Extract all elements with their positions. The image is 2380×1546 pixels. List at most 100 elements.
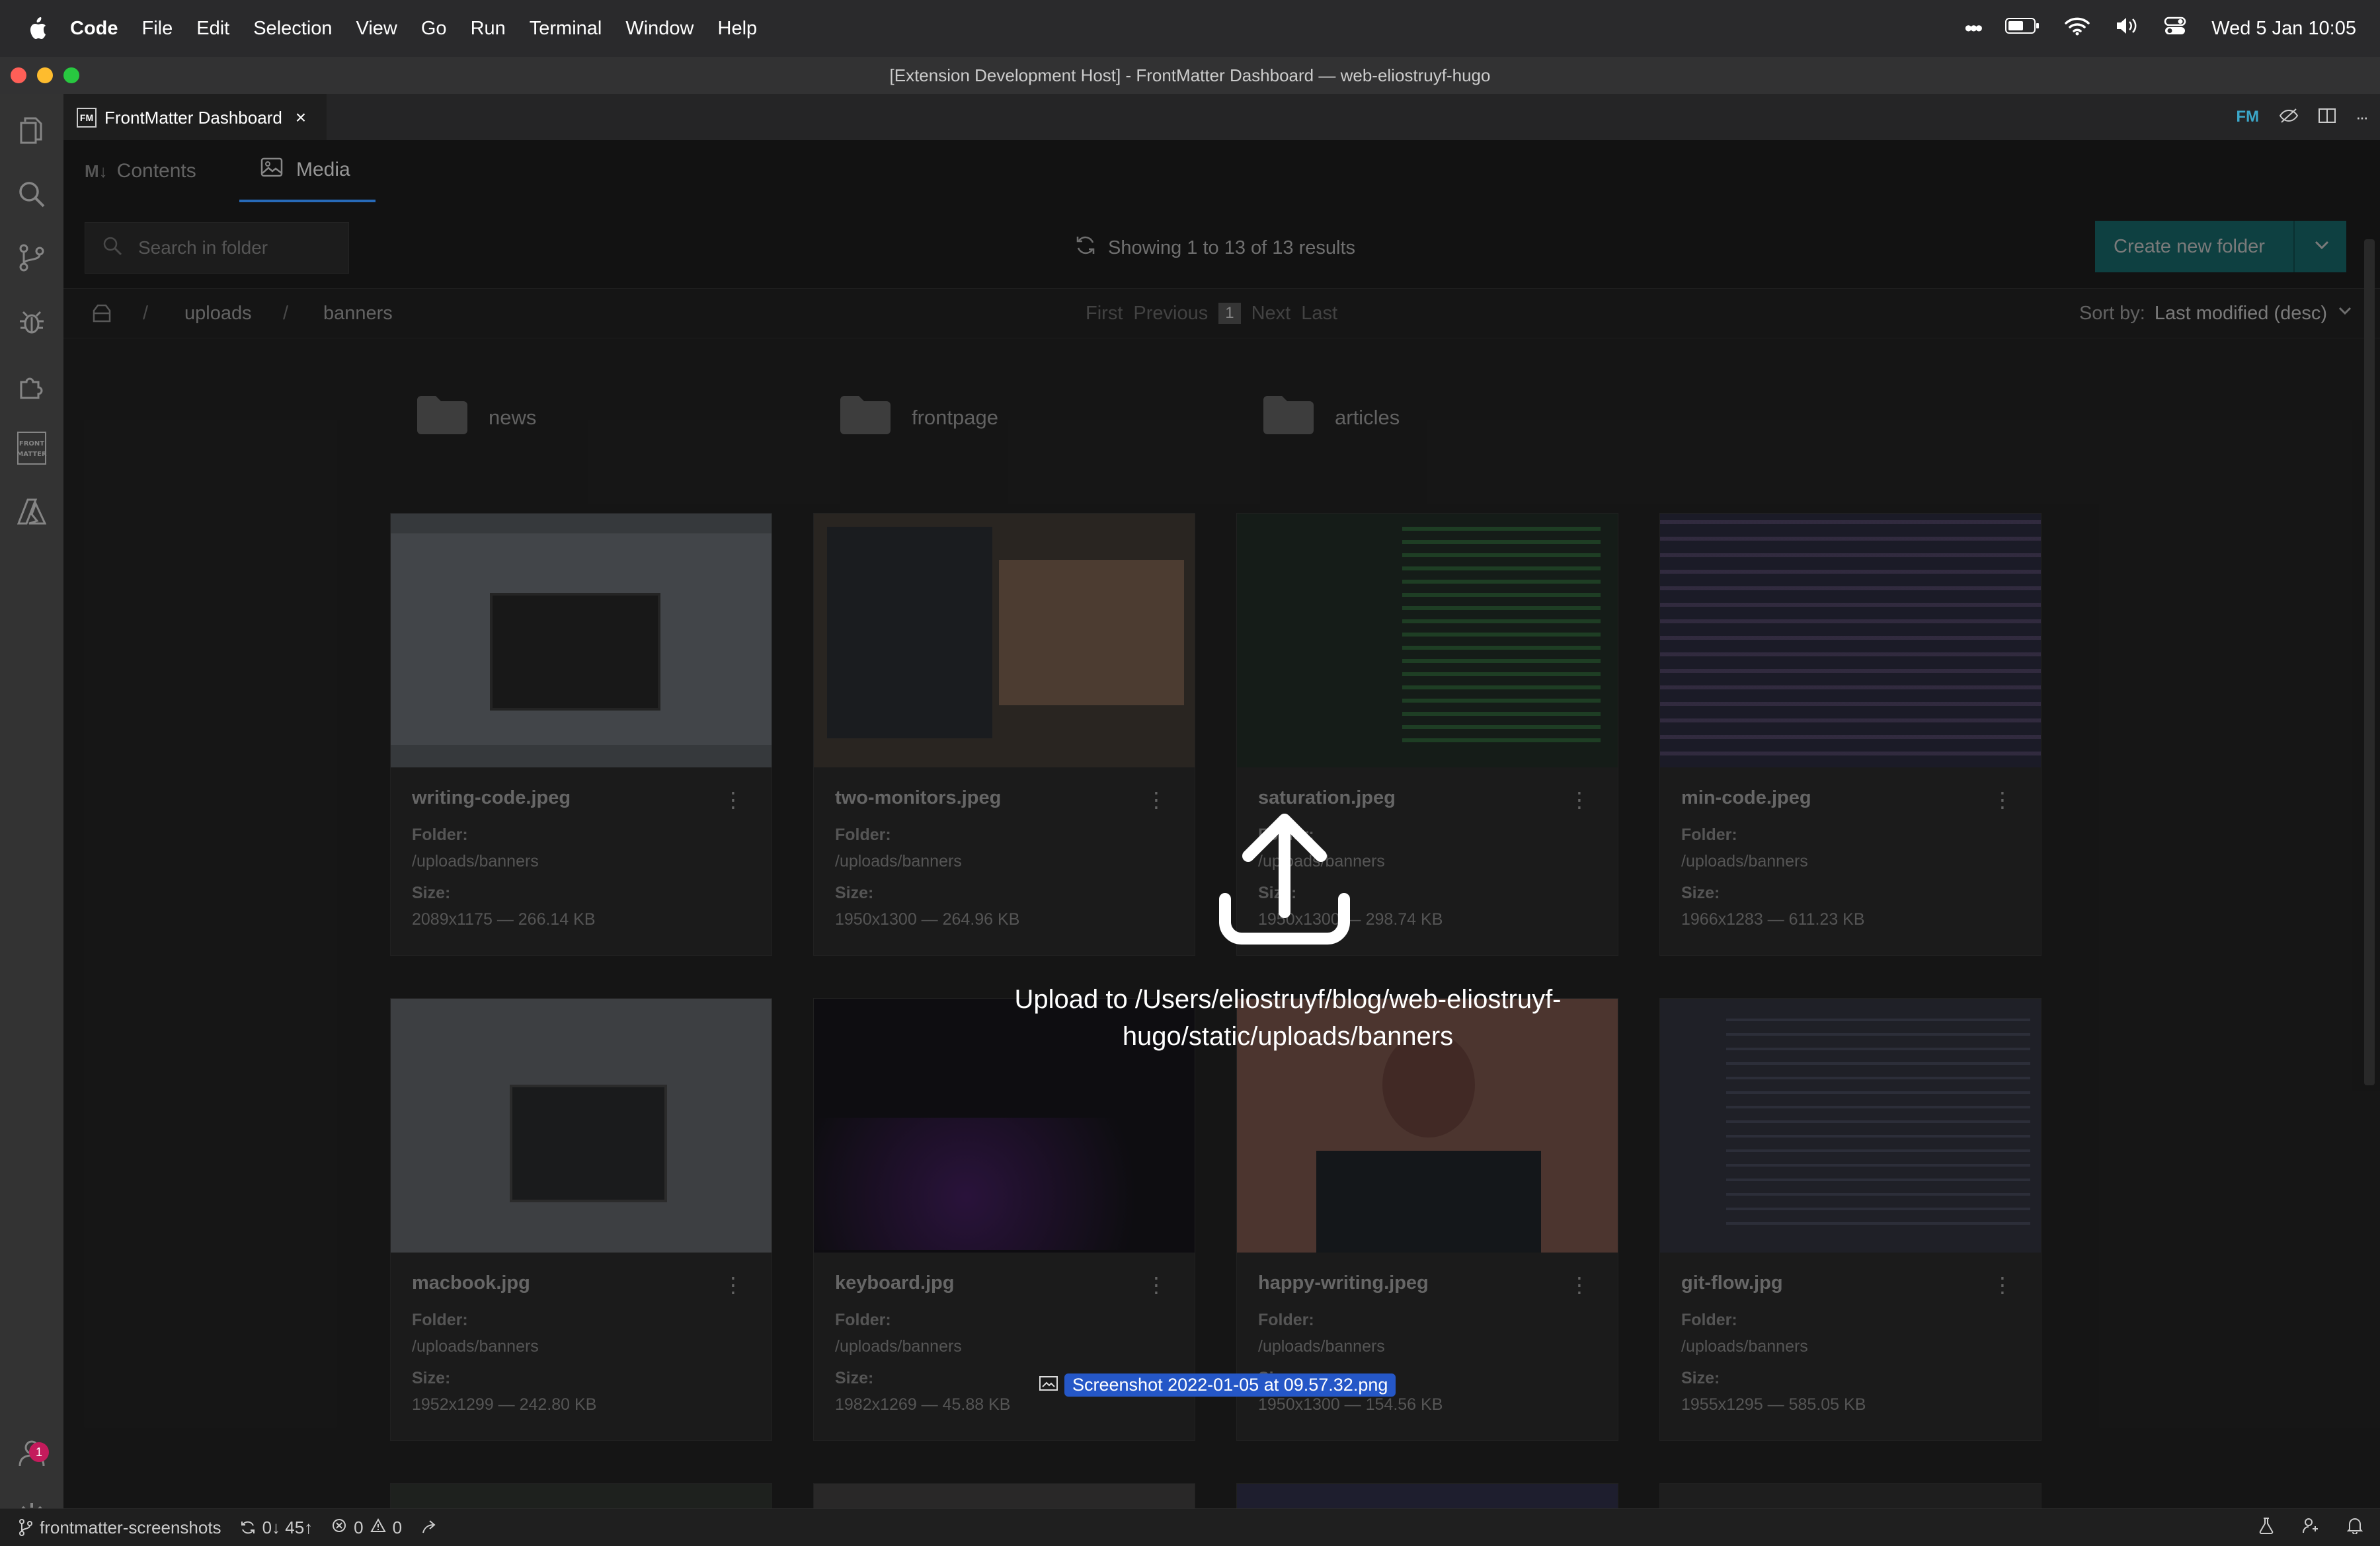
branch-icon — [19, 1519, 32, 1536]
folder-icon — [839, 395, 892, 441]
macos-menubar: Code File Edit Selection View Go Run Ter… — [0, 0, 2380, 57]
debug-icon[interactable] — [16, 305, 48, 337]
close-window-button[interactable] — [11, 67, 26, 83]
kebab-menu-icon[interactable]: ⋮ — [723, 787, 744, 812]
zoom-window-button[interactable] — [63, 67, 79, 83]
media-card[interactable]: macbook.jpg ⋮ Folder: /uploads/banners S… — [390, 998, 772, 1441]
source-control-icon[interactable] — [16, 242, 48, 274]
menu-terminal[interactable]: Terminal — [530, 18, 602, 40]
home-icon[interactable] — [90, 289, 114, 338]
media-thumbnail[interactable] — [391, 514, 772, 767]
pager-first[interactable]: First — [1086, 303, 1123, 325]
sort-value[interactable]: Last modified (desc) — [2155, 303, 2327, 325]
menu-go[interactable]: Go — [421, 18, 447, 40]
minimize-window-button[interactable] — [37, 67, 53, 83]
kebab-menu-icon[interactable]: ⋮ — [723, 1272, 744, 1297]
explorer-icon[interactable] — [16, 115, 48, 147]
pager-previous[interactable]: Previous — [1133, 303, 1208, 325]
media-card[interactable] — [1659, 1483, 2042, 1509]
scrollbar[interactable] — [2364, 239, 2375, 1085]
title-bar: [Extension Development Host] - FrontMatt… — [0, 57, 2380, 94]
folder-name: news — [489, 406, 537, 429]
battery-icon[interactable] — [2005, 17, 2040, 40]
search-icon[interactable] — [16, 178, 48, 210]
code-lines-shape — [1402, 527, 1601, 752]
window-controls — [11, 67, 79, 83]
app-menu[interactable]: Code — [70, 18, 118, 40]
kebab-menu-icon[interactable]: ⋮ — [1146, 787, 1167, 812]
folder-news[interactable]: news — [416, 391, 536, 444]
tab-frontmatter-dashboard[interactable]: FM FrontMatter Dashboard × — [63, 94, 327, 140]
media-thumbnail[interactable] — [1237, 514, 1618, 767]
problems-status[interactable]: 0 0 — [331, 1518, 402, 1538]
test-icon[interactable] — [2258, 1517, 2274, 1539]
split-editor-icon[interactable] — [2319, 108, 2336, 127]
folder-articles[interactable]: articles — [1262, 391, 1400, 444]
media-card[interactable] — [813, 1483, 1195, 1509]
sort-control[interactable]: Sort by: Last modified (desc) — [2079, 289, 2354, 338]
more-icon[interactable]: ••• — [1965, 16, 1983, 42]
menu-view[interactable]: View — [356, 18, 397, 40]
kebab-menu-icon[interactable]: ⋮ — [1992, 1272, 2013, 1297]
media-folder: /uploads/banners — [412, 852, 539, 870]
media-thumbnail[interactable] — [391, 999, 772, 1253]
menu-file[interactable]: File — [142, 18, 173, 40]
media-thumbnail[interactable] — [1660, 1484, 2041, 1509]
size-label: Size: — [835, 884, 874, 902]
volume-icon[interactable] — [2115, 16, 2139, 41]
window-title: [Extension Development Host] - FrontMatt… — [889, 65, 1491, 85]
kebab-menu-icon[interactable]: ⋮ — [1569, 787, 1590, 812]
wifi-icon[interactable] — [2065, 16, 2090, 41]
folder-frontpage[interactable]: frontpage — [839, 391, 998, 444]
tab-media[interactable]: Media — [239, 140, 376, 202]
media-card[interactable]: min-code.jpeg ⋮ Folder: /uploads/banners… — [1659, 513, 2042, 956]
menu-help[interactable]: Help — [718, 18, 758, 40]
eye-closed-icon[interactable] — [2279, 108, 2299, 127]
kebab-menu-icon[interactable]: ⋮ — [1992, 787, 2013, 812]
kebab-menu-icon[interactable]: ⋮ — [1146, 1272, 1167, 1297]
chevron-down-icon[interactable] — [2336, 302, 2354, 325]
menu-window[interactable]: Window — [625, 18, 694, 40]
menu-run[interactable]: Run — [471, 18, 506, 40]
create-new-folder-button[interactable]: Create new folder — [2095, 221, 2346, 272]
extensions-icon[interactable] — [16, 369, 48, 401]
clock[interactable]: Wed 5 Jan 10:05 — [2211, 18, 2356, 40]
tab-contents[interactable]: M↓ Contents — [85, 140, 230, 202]
kebab-menu-icon[interactable]: ⋮ — [1569, 1272, 1590, 1297]
breadcrumb-uploads[interactable]: uploads — [184, 289, 252, 338]
front-matter-icon[interactable]: FRONT MATTER — [16, 432, 48, 465]
media-thumbnail[interactable] — [391, 1484, 772, 1509]
more-actions-icon[interactable]: ··· — [2356, 107, 2369, 128]
media-card[interactable] — [390, 1483, 772, 1509]
pager-last[interactable]: Last — [1301, 303, 1337, 325]
chevron-down-icon[interactable] — [2312, 235, 2332, 260]
media-thumbnail[interactable] — [1660, 999, 2041, 1253]
notifications-bell-icon[interactable] — [2346, 1517, 2363, 1539]
media-card[interactable] — [1236, 1483, 1618, 1509]
media-thumbnail[interactable] — [1237, 1484, 1618, 1509]
menu-selection[interactable]: Selection — [253, 18, 332, 40]
media-card[interactable]: git-flow.jpg ⋮ Folder: /uploads/banners … — [1659, 998, 2042, 1441]
media-thumbnail[interactable] — [814, 514, 1195, 767]
branch-status[interactable]: frontmatter-screenshots — [19, 1518, 221, 1538]
account-share-icon[interactable] — [2302, 1517, 2319, 1539]
upload-dropzone[interactable]: Upload to /Users/eliostruyf/blog/web-eli… — [891, 813, 1685, 1051]
refresh-icon[interactable] — [1075, 235, 1096, 261]
breadcrumb-banners[interactable]: banners — [323, 289, 393, 338]
media-card[interactable]: writing-code.jpeg ⋮ Folder: /uploads/ban… — [390, 513, 772, 956]
close-icon[interactable]: × — [296, 107, 306, 128]
front-matter-action-icon[interactable]: FM — [2236, 108, 2259, 126]
media-toolbar: Search in folder Showing 1 to 13 of 13 r… — [63, 202, 2380, 288]
markdown-icon: M↓ — [85, 161, 108, 181]
menu-edit[interactable]: Edit — [196, 18, 229, 40]
live-share-icon[interactable] — [420, 1520, 438, 1535]
control-center-icon[interactable] — [2164, 16, 2186, 41]
search-input[interactable]: Search in folder — [85, 222, 349, 274]
pager-current-page[interactable]: 1 — [1218, 303, 1241, 324]
media-thumbnail[interactable] — [814, 1484, 1195, 1509]
sync-status[interactable]: 0↓ 45↑ — [240, 1518, 313, 1538]
pager-next[interactable]: Next — [1251, 303, 1291, 325]
media-thumbnail[interactable] — [1660, 514, 2041, 767]
apple-icon[interactable] — [26, 15, 49, 42]
azure-icon[interactable] — [16, 496, 48, 527]
